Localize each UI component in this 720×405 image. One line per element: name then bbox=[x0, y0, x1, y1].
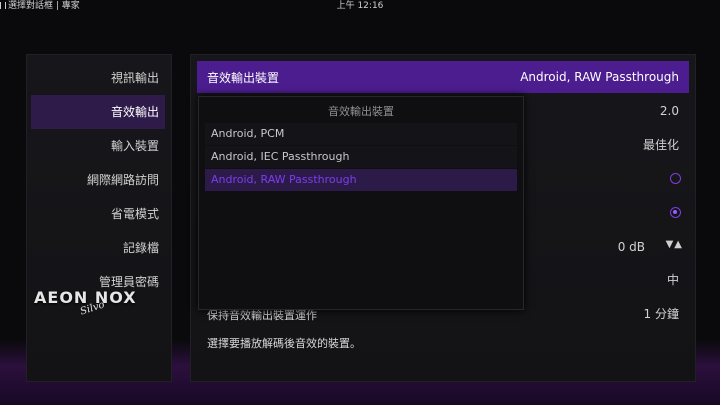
setting-channels-value[interactable]: 2.0 bbox=[660, 101, 679, 121]
setting-volume-value[interactable]: 0 dB bbox=[618, 237, 645, 257]
setting-description: 選擇要播放解碼後音效的裝置。 bbox=[207, 337, 361, 350]
setting-value: Android, RAW Passthrough bbox=[520, 70, 679, 84]
chevron-down-up-icon[interactable]: ▼▲ bbox=[666, 239, 683, 250]
settings-category-panel: 視訊輸出 音效輸出 輸入裝置 網際網路訪問 省電模式 記錄檔 管理員密碼 bbox=[26, 54, 172, 382]
top-bar: 選擇對話框 | 專家 上午 12:16 bbox=[0, 0, 720, 12]
setting-audio-output-device[interactable]: 音效輸出裝置 Android, RAW Passthrough bbox=[197, 61, 689, 93]
option-android-raw-passthrough[interactable]: Android, RAW Passthrough bbox=[205, 169, 517, 191]
setting-mode-value[interactable]: 最佳化 bbox=[643, 135, 679, 155]
sidebar-item-input-devices[interactable]: 輸入裝置 bbox=[31, 129, 165, 163]
sidebar-item-video-output[interactable]: 視訊輸出 bbox=[31, 61, 165, 95]
radio-dot bbox=[673, 210, 677, 214]
sidebar-item-power-saving[interactable]: 省電模式 bbox=[31, 197, 165, 231]
sidebar-item-internet-access[interactable]: 網際網路訪問 bbox=[31, 163, 165, 197]
option-android-iec-passthrough[interactable]: Android, IEC Passthrough bbox=[205, 146, 517, 168]
setting-label: 音效輸出裝置 bbox=[207, 70, 280, 85]
audio-device-select-dialog: 音效輸出裝置 Android, PCM Android, IEC Passthr… bbox=[198, 96, 524, 310]
skin-logo: AEON NOX Silvo bbox=[34, 288, 136, 320]
option-android-pcm[interactable]: Android, PCM bbox=[205, 123, 517, 145]
setting-level-value[interactable]: 中 bbox=[667, 270, 679, 290]
dialog-title: 音效輸出裝置 bbox=[328, 105, 394, 118]
radio-unchecked-icon[interactable] bbox=[670, 173, 681, 184]
option-list: Android, PCM Android, IEC Passthrough An… bbox=[205, 123, 517, 192]
sidebar-item-logging[interactable]: 記錄檔 bbox=[31, 231, 165, 265]
radio-checked-icon[interactable] bbox=[670, 207, 681, 218]
clock: 上午 12:16 bbox=[336, 1, 384, 11]
setting-keep-alive-value[interactable]: 1 分鐘 bbox=[644, 304, 679, 324]
sidebar-item-audio-output[interactable]: 音效輸出 bbox=[31, 95, 165, 129]
